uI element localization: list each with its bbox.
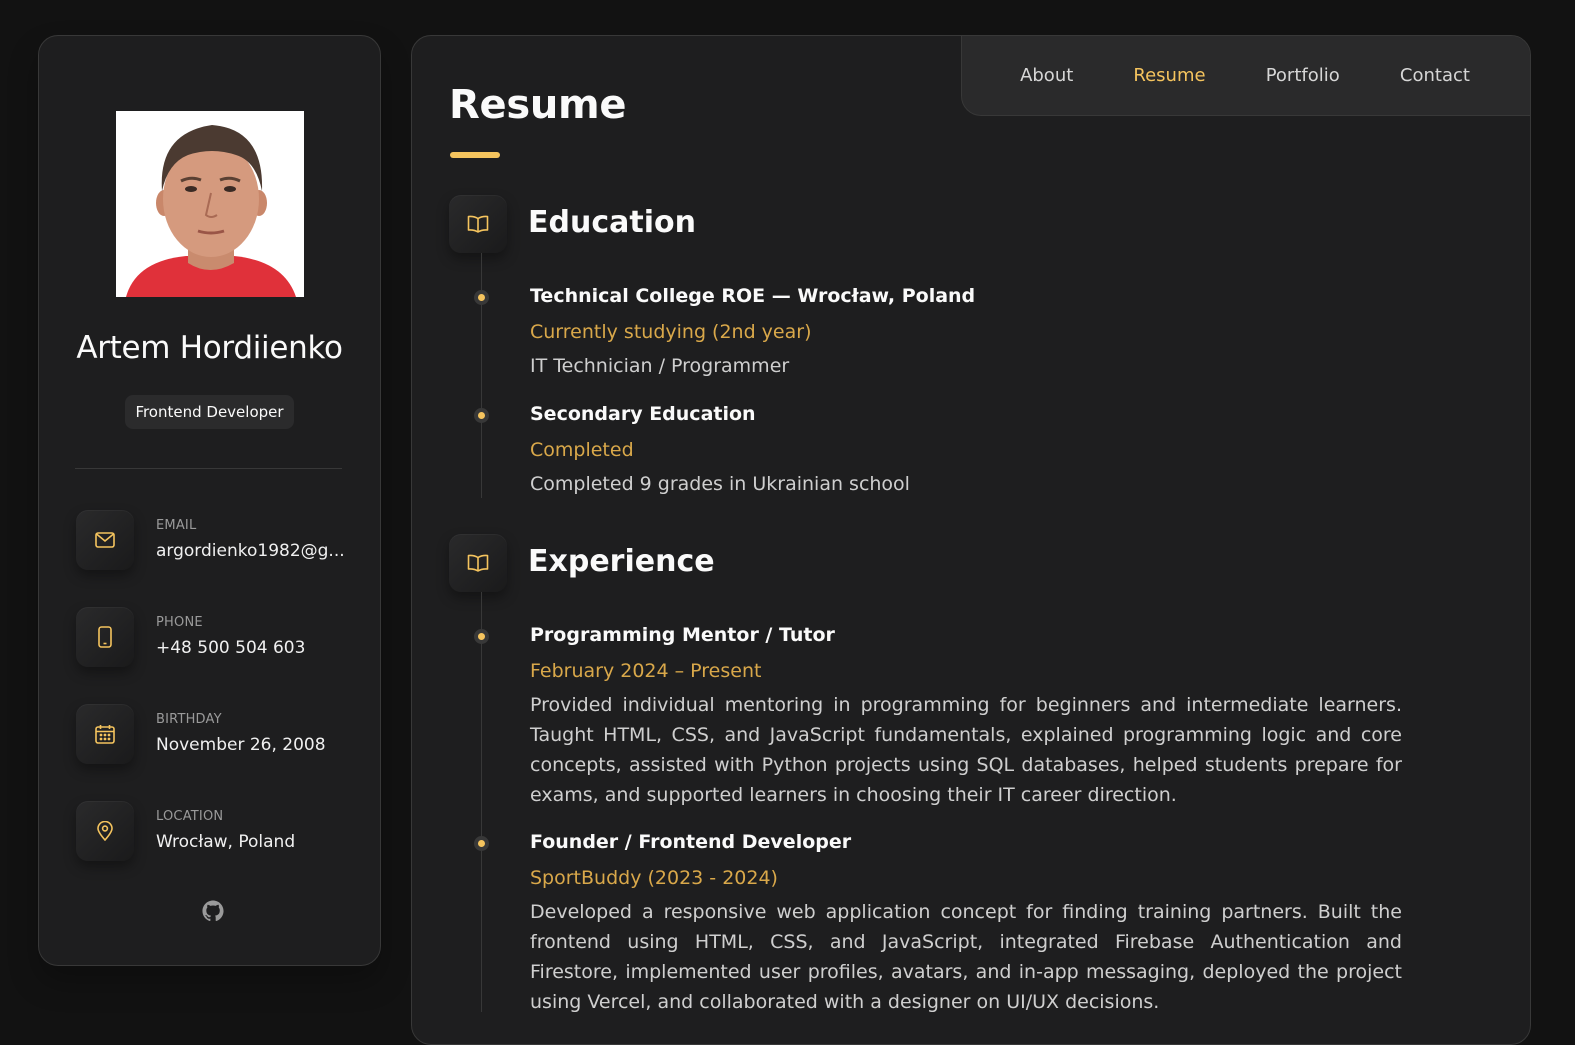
- contact-location-value: Wrocław, Poland: [156, 832, 296, 852]
- map-pin-icon: [76, 801, 134, 861]
- calendar-icon: [76, 704, 134, 764]
- contact-phone-label: Phone: [156, 615, 203, 630]
- main-content: About Resume Portfolio Contact Resume Ed…: [411, 35, 1531, 1045]
- nav-portfolio[interactable]: Portfolio: [1266, 65, 1340, 86]
- contact-birthday-value: November 26, 2008: [156, 735, 326, 755]
- timeline-dot: [474, 290, 489, 305]
- mail-icon: [76, 510, 134, 570]
- timeline-item-text: IT Technician / Programmer: [530, 355, 790, 377]
- contact-email-value[interactable]: argordienko1982@g...: [156, 541, 345, 561]
- timeline-dot: [474, 629, 489, 644]
- sidebar-divider: [75, 468, 342, 469]
- timeline-item-date: Currently studying (2nd year): [530, 321, 812, 343]
- timeline-item-text: Developed a responsive web application c…: [530, 901, 1402, 1013]
- section-title-experience: Experience: [528, 544, 715, 579]
- book-open-icon: [449, 534, 507, 592]
- timeline-dot: [474, 836, 489, 851]
- nav-about[interactable]: About: [1020, 65, 1073, 86]
- github-icon[interactable]: [202, 900, 224, 922]
- timeline-item-heading: Founder / Frontend Developer: [530, 831, 852, 853]
- contact-phone-value[interactable]: +48 500 504 603: [156, 638, 305, 658]
- nav-contact[interactable]: Contact: [1400, 65, 1470, 86]
- book-open-icon: [449, 195, 507, 253]
- timeline-item-date: Completed: [530, 439, 634, 461]
- navbar: About Resume Portfolio Contact: [961, 36, 1530, 116]
- contact-birthday: Birthday November 26, 2008: [76, 704, 366, 766]
- avatar-photo: [116, 111, 304, 297]
- contact-email: Email argordienko1982@g...: [76, 510, 366, 572]
- avatar: [116, 111, 304, 297]
- timeline-item-date: February 2024 – Present: [530, 660, 762, 682]
- role-badge: Frontend Developer: [125, 395, 294, 429]
- timeline-line-experience: [481, 592, 482, 1012]
- timeline-item-company: SportBuddy (2023 - 2024): [530, 867, 778, 889]
- timeline-item-text: Provided individual mentoring in program…: [530, 694, 1402, 806]
- contact-location: Location Wrocław, Poland: [76, 801, 366, 863]
- contact-email-label: Email: [156, 518, 197, 533]
- timeline-item-heading: Programming Mentor / Tutor: [530, 624, 835, 646]
- timeline-dot: [474, 408, 489, 423]
- timeline-item-heading: Technical College ROE — Wrocław, Poland: [530, 285, 976, 307]
- sidebar: Artem Hordiienko Frontend Developer Emai…: [38, 35, 381, 966]
- section-title-education: Education: [528, 205, 696, 240]
- timeline-item-text: Completed 9 grades in Ukrainian school: [530, 473, 910, 495]
- contact-birthday-label: Birthday: [156, 712, 222, 727]
- nav-resume[interactable]: Resume: [1133, 65, 1205, 86]
- page-title: Resume: [449, 82, 627, 128]
- title-underline: [450, 152, 500, 158]
- contact-location-label: Location: [156, 809, 224, 824]
- phone-icon: [76, 607, 134, 667]
- timeline-item-heading: Secondary Education: [530, 403, 756, 425]
- contact-phone: Phone +48 500 504 603: [76, 607, 366, 669]
- profile-name: Artem Hordiienko: [76, 330, 343, 366]
